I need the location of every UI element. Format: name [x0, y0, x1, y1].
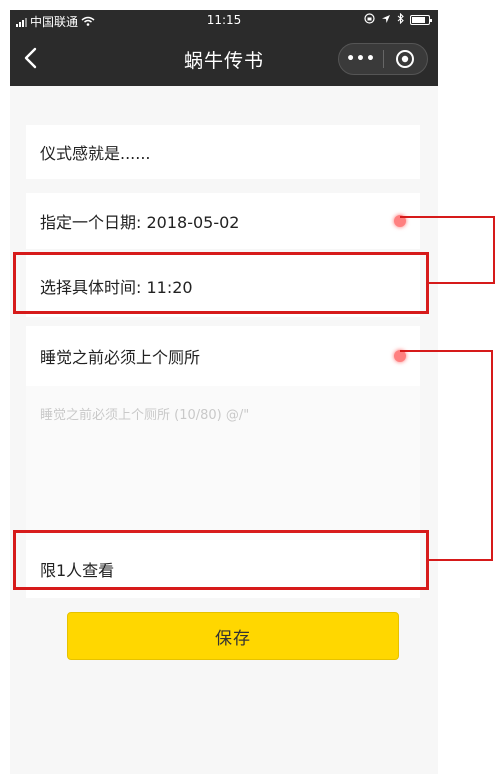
note-textarea[interactable]: 睡觉之前必须上个厕所 (10/80) @/": [26, 386, 420, 540]
note-placeholder: 睡觉之前必须上个厕所 (10/80) @/": [40, 408, 250, 423]
date-picker-row[interactable]: 指定一个日期: 2018-05-02: [26, 193, 420, 249]
date-label: 指定一个日期: 2018-05-02: [40, 213, 240, 232]
more-menu-button[interactable]: •••: [339, 51, 383, 67]
note-title-row[interactable]: 睡觉之前必须上个厕所: [26, 326, 420, 386]
annotation-line: [493, 216, 495, 284]
annotation-line: [491, 350, 493, 561]
annotation-line: [429, 282, 495, 284]
battery-icon: [410, 15, 432, 25]
location-icon: [381, 13, 391, 27]
ritual-label: 仪式感就是......: [40, 144, 151, 163]
status-right: [364, 12, 432, 27]
close-miniprogram-button[interactable]: [384, 49, 427, 69]
annotation-box-time: [13, 252, 429, 314]
navigation-bar: 蜗牛传书 •••: [10, 30, 438, 86]
lock-rotation-icon: [364, 13, 375, 27]
annotation-line: [429, 559, 493, 561]
phone-screen: 中国联通 11:15 蜗牛传书 ••• 仪式感就是...... 指定一个日期: …: [10, 10, 438, 774]
miniprogram-capsule: •••: [338, 43, 428, 75]
target-icon: [396, 50, 415, 68]
bluetooth-icon: [397, 12, 404, 27]
note-label: 睡觉之前必须上个厕所: [40, 348, 201, 367]
save-button[interactable]: 保存: [67, 612, 399, 660]
annotation-line: [400, 350, 493, 352]
annotation-line: [400, 216, 495, 218]
ritual-card: 仪式感就是......: [26, 125, 420, 179]
annotation-box-viewers: [13, 530, 429, 590]
status-bar: 中国联通 11:15: [10, 10, 438, 30]
